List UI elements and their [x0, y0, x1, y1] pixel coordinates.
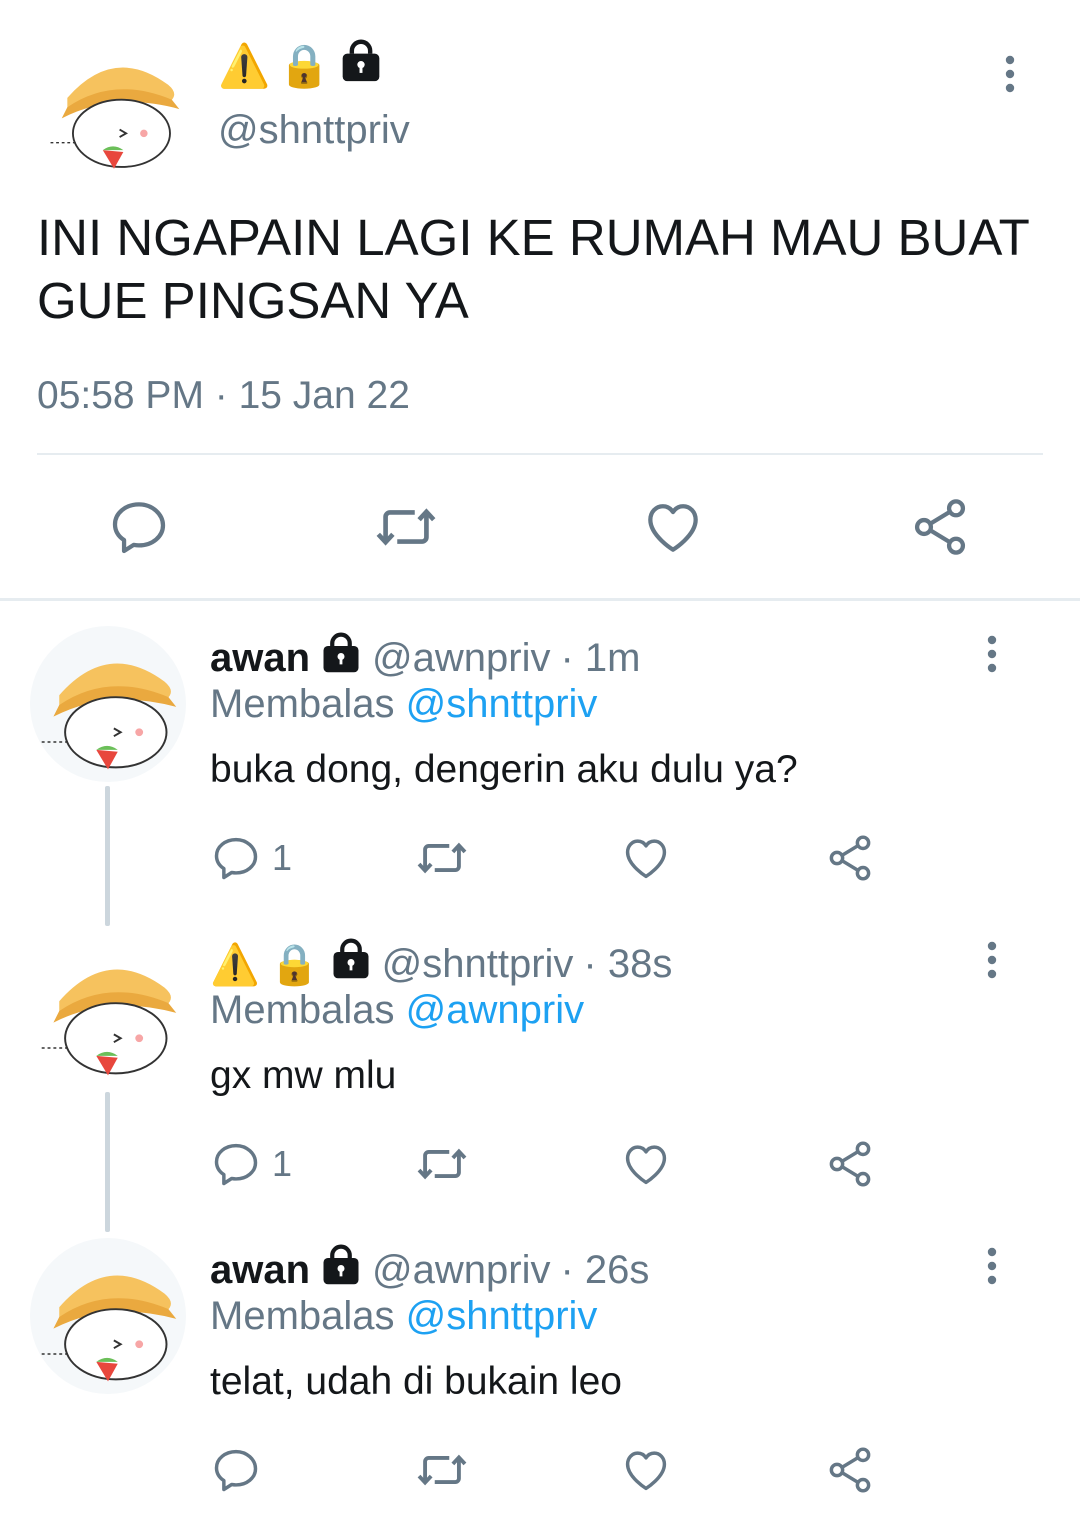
retweet-icon[interactable]	[413, 830, 471, 886]
black-lock-icon	[330, 938, 372, 990]
author-handle[interactable]: @awnpriv	[372, 1248, 550, 1293]
main-tweet-timestamp: 05:58 PM · 15 Jan 22	[37, 374, 410, 417]
black-lock-icon	[339, 39, 383, 93]
main-tweet-text: INI NGAPAIN LAGI KE RUMAH MAU BUAT GUE P…	[37, 209, 1029, 329]
padlock-emoji: 🔒	[278, 41, 331, 89]
reply-header: ⚠️ 🔒 @shnttpriv · 38s	[210, 938, 672, 990]
share-icon[interactable]	[905, 492, 975, 562]
replying-prefix: Membalas	[210, 1294, 395, 1338]
warning-emoji: ⚠️	[218, 41, 271, 89]
reply-actions: 1	[210, 1136, 910, 1192]
reply-age: · 38s	[583, 941, 673, 986]
reply-actions	[210, 1442, 910, 1498]
main-author-badges[interactable]: ⚠️ 🔒	[218, 40, 383, 92]
replying-to: Membalas @awnpriv	[210, 988, 584, 1033]
retweet-icon[interactable]	[371, 492, 441, 562]
reply-tweet[interactable]: awan @awnpriv · 26s Membalas @shnttpriv …	[0, 1220, 1080, 1526]
black-lock-icon	[320, 1244, 362, 1296]
share-icon[interactable]	[824, 830, 876, 886]
divider	[37, 453, 1043, 455]
more-vertical-icon[interactable]	[982, 1246, 1002, 1286]
reply-button[interactable]: 1	[210, 1136, 292, 1192]
author-name[interactable]: awan	[210, 1248, 310, 1293]
retweet-icon[interactable]	[413, 1442, 471, 1498]
reply-text: telat, udah di bukain leo	[210, 1360, 622, 1403]
author-handle[interactable]: @shnttpriv	[382, 942, 574, 987]
reply-text: buka dong, dengerin aku dulu ya?	[210, 748, 798, 791]
reply-bubble-icon[interactable]	[104, 492, 174, 562]
main-avatar[interactable]	[34, 40, 194, 180]
warning-emoji: ⚠️	[210, 942, 260, 987]
share-icon[interactable]	[824, 1136, 876, 1192]
reply-button[interactable]: 1	[210, 830, 292, 886]
reply-tweet[interactable]: ⚠️ 🔒 @shnttpriv · 38s Membalas @awnpriv …	[0, 914, 1080, 1232]
heart-icon[interactable]	[620, 1442, 672, 1498]
more-vertical-icon[interactable]	[982, 634, 1002, 674]
reply-bubble-icon	[210, 1138, 262, 1190]
reply-bubble-icon	[210, 1444, 262, 1496]
replying-to: Membalas @shnttpriv	[210, 682, 597, 727]
section-divider	[0, 598, 1080, 601]
thread-line	[105, 786, 110, 926]
more-vertical-icon[interactable]	[1000, 54, 1020, 94]
reply-header: awan @awnpriv · 26s	[210, 1244, 649, 1296]
heart-icon[interactable]	[638, 492, 708, 562]
thread-line	[105, 1092, 110, 1232]
heart-icon[interactable]	[620, 830, 672, 886]
padlock-emoji: 🔒	[269, 942, 320, 987]
reply-actions: 1	[210, 830, 910, 886]
reply-button[interactable]	[210, 1442, 272, 1498]
replying-to-link[interactable]: @awnpriv	[406, 988, 584, 1032]
heart-icon[interactable]	[620, 1136, 672, 1192]
reply-tweet[interactable]: awan @awnpriv · 1m Membalas @shnttpriv b…	[0, 608, 1080, 926]
author-handle[interactable]: @awnpriv	[372, 636, 550, 681]
reply-text: gx mw mlu	[210, 1054, 397, 1097]
reply-count: 1	[272, 837, 293, 878]
reply-header: awan @awnpriv · 1m	[210, 632, 640, 684]
black-lock-icon	[320, 632, 362, 684]
replying-to: Membalas @shnttpriv	[210, 1294, 597, 1339]
main-author-handle[interactable]: @shnttpriv	[218, 108, 410, 153]
reply-age: · 1m	[560, 635, 641, 680]
replying-prefix: Membalas	[210, 682, 395, 726]
reply-count: 1	[272, 1143, 293, 1184]
replying-to-link[interactable]: @shnttpriv	[406, 682, 598, 726]
avatar[interactable]	[30, 1238, 186, 1394]
reply-age: · 26s	[560, 1247, 650, 1292]
reply-bubble-icon	[210, 832, 262, 884]
main-tweet-actions	[0, 492, 1080, 562]
share-icon[interactable]	[824, 1442, 876, 1498]
avatar[interactable]	[30, 932, 186, 1088]
avatar[interactable]	[30, 626, 186, 782]
more-vertical-icon[interactable]	[982, 940, 1002, 980]
replying-prefix: Membalas	[210, 988, 395, 1032]
author-name[interactable]: awan	[210, 636, 310, 681]
replying-to-link[interactable]: @shnttpriv	[406, 1294, 598, 1338]
retweet-icon[interactable]	[413, 1136, 471, 1192]
